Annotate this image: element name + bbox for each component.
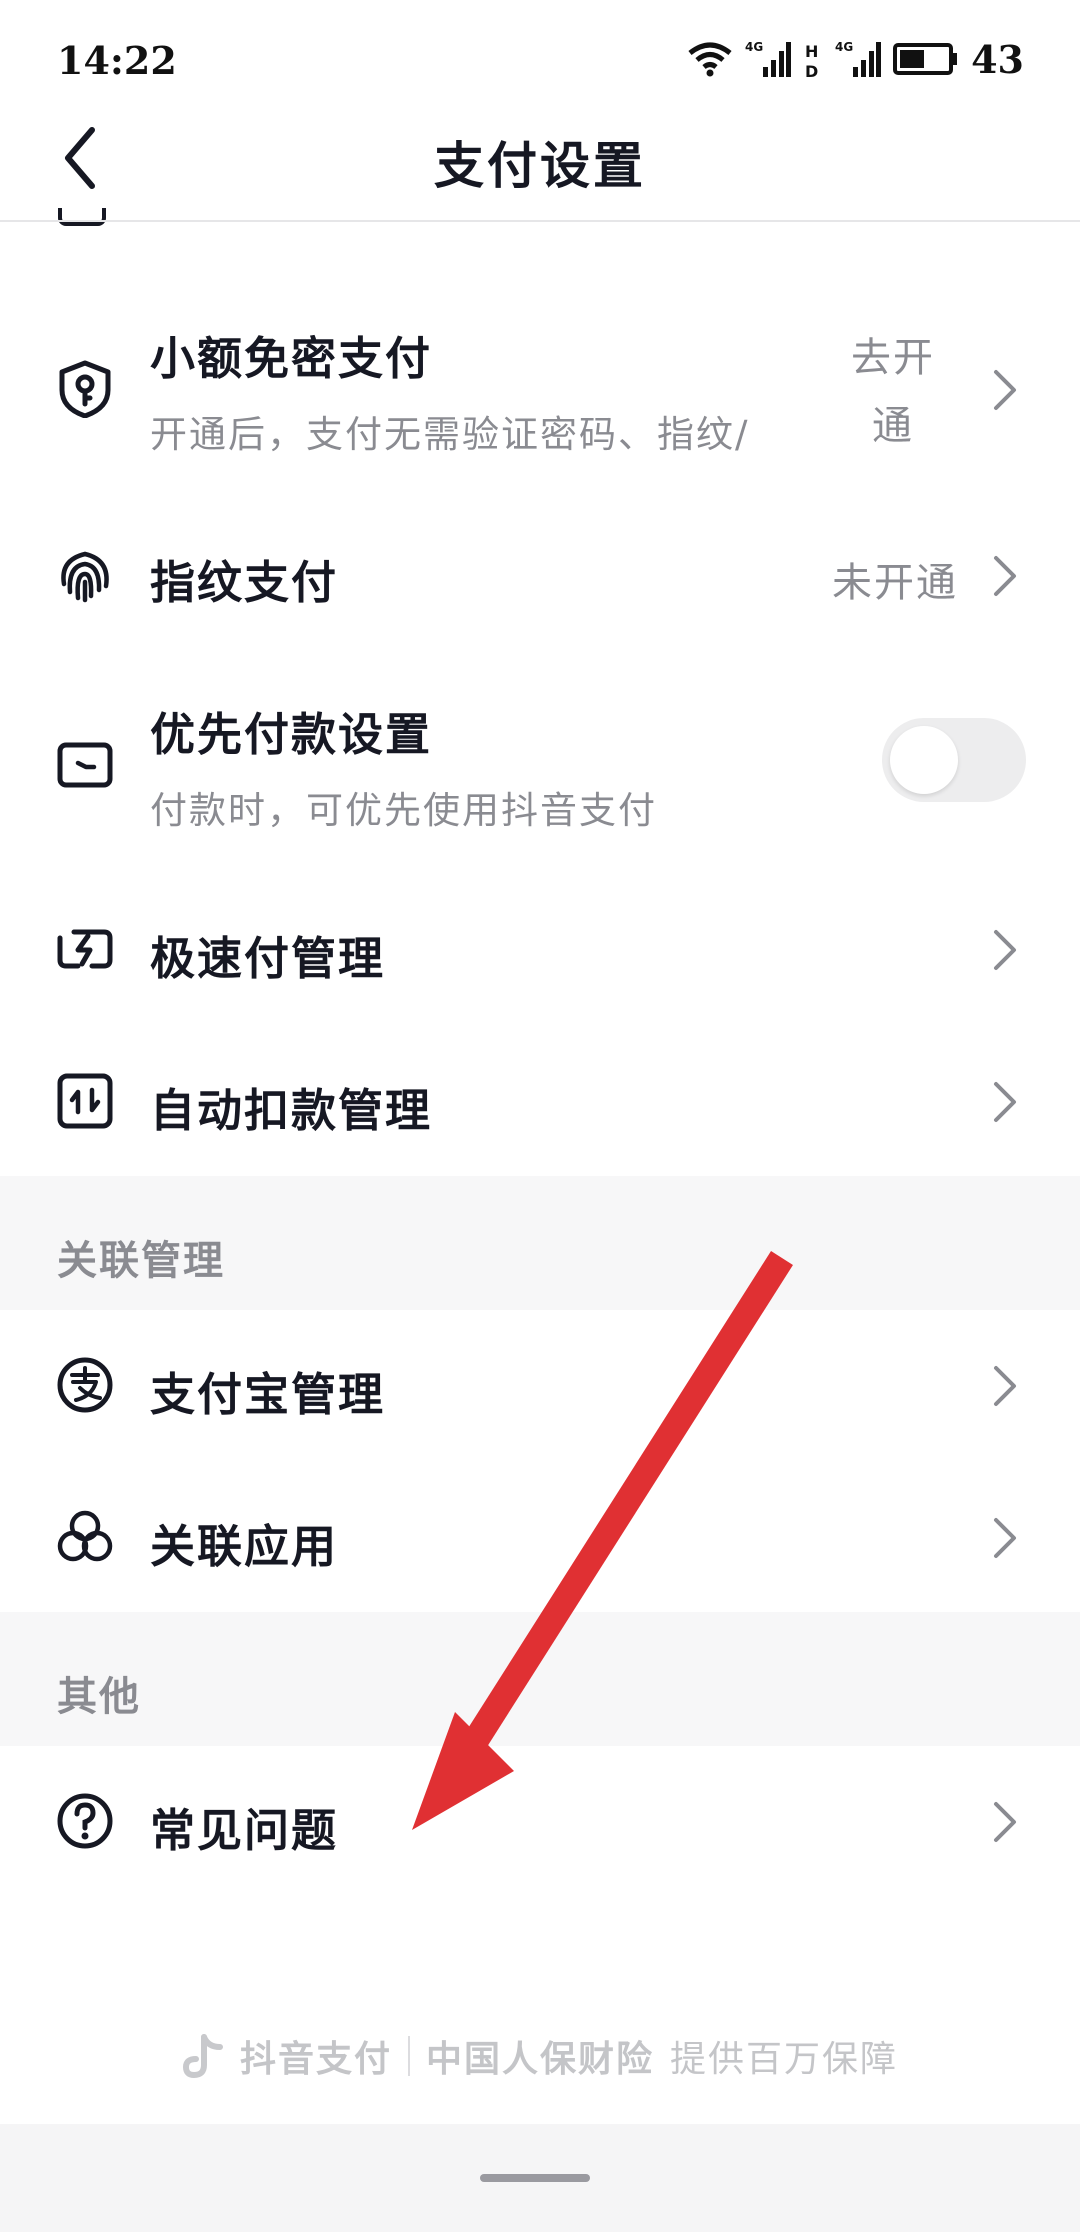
row-express-pay[interactable]: 极速付管理 bbox=[0, 890, 1080, 1010]
chevron-right-icon bbox=[994, 1366, 1016, 1406]
signal-icon-2: 4G bbox=[835, 40, 882, 77]
chevron-right-icon bbox=[994, 1082, 1016, 1122]
footer-branding: 抖音支付 中国人保财险 提供百万保障 bbox=[0, 2016, 1080, 2096]
section-header-other: 其他 bbox=[0, 1612, 1080, 1746]
footer-separator bbox=[407, 2036, 410, 2076]
lightning-icon bbox=[57, 929, 113, 969]
row-auto-debit[interactable]: 自动扣款管理 bbox=[0, 1040, 1080, 1160]
row-subtitle: 开通后，支付无需验证密码、指纹/ bbox=[150, 413, 750, 456]
shield-key-icon bbox=[59, 360, 111, 418]
row-title: 常见问题 bbox=[150, 1804, 339, 1857]
chevron-right-icon bbox=[994, 1518, 1016, 1558]
status-time: 14:22 bbox=[57, 38, 177, 83]
toggle-knob bbox=[890, 726, 958, 794]
wifi-icon bbox=[688, 42, 732, 77]
chevron-right-icon bbox=[994, 930, 1016, 970]
row-small-amount-free-pay[interactable]: 小额免密支付 开通后，支付无需验证密码、指纹/ 去开通 bbox=[0, 300, 1080, 480]
status-icons: 4G H D 4G 43 bbox=[687, 34, 1024, 84]
row-title: 极速付管理 bbox=[150, 932, 386, 985]
row-status-value: 去开通 bbox=[851, 335, 935, 449]
row-title: 自动扣款管理 bbox=[150, 1084, 433, 1137]
priority-payment-toggle[interactable] bbox=[882, 718, 1026, 802]
network-label-1: 4G bbox=[745, 40, 763, 54]
auto-debit-icon bbox=[57, 1073, 113, 1129]
douyin-logo-icon bbox=[182, 2034, 223, 2079]
section-label: 关联管理 bbox=[57, 1238, 225, 1284]
row-title: 指纹支付 bbox=[150, 556, 339, 609]
section-header-linked: 关联管理 bbox=[0, 1176, 1080, 1310]
network-label-2: 4G bbox=[835, 40, 853, 54]
row-status-value: 未开通 bbox=[832, 560, 958, 606]
footer-slogan: 提供百万保障 bbox=[670, 2039, 899, 2080]
card-icon bbox=[57, 742, 113, 788]
row-title: 小额免密支付 bbox=[150, 332, 433, 385]
footer-insurer: 中国人保财险 bbox=[425, 2039, 654, 2080]
chevron-right-icon bbox=[994, 556, 1016, 596]
header-divider bbox=[0, 220, 1080, 222]
svg-text:H: H bbox=[805, 42, 818, 61]
linked-apps-icon bbox=[57, 1510, 113, 1562]
hd-icon: H D bbox=[805, 42, 818, 79]
section-label: 其他 bbox=[57, 1674, 141, 1720]
row-subtitle: 付款时，可优先使用抖音支付 bbox=[150, 789, 657, 832]
row-title: 关联应用 bbox=[150, 1520, 339, 1573]
row-title: 优先付款设置 bbox=[150, 708, 433, 761]
row-fingerprint-pay[interactable]: 指纹支付 未开通 bbox=[0, 520, 1080, 630]
page-title: 支付设置 bbox=[434, 137, 646, 195]
row-faq[interactable]: 常见问题 bbox=[0, 1762, 1080, 1882]
partially-hidden-icon bbox=[58, 208, 106, 226]
battery-icon bbox=[893, 43, 958, 75]
row-linked-apps[interactable]: 关联应用 bbox=[0, 1476, 1080, 1596]
chevron-right-icon bbox=[994, 1802, 1016, 1842]
signal-icon: 4G bbox=[745, 40, 792, 77]
chevron-right-icon bbox=[994, 370, 1016, 410]
status-bar: 14:22 4G H D 4G 43 bbox=[0, 0, 1080, 124]
footer-brand: 抖音支付 bbox=[239, 2039, 392, 2080]
question-icon bbox=[57, 1793, 113, 1849]
svg-text:D: D bbox=[805, 62, 818, 79]
row-title: 支付宝管理 bbox=[150, 1368, 386, 1421]
fingerprint-icon bbox=[61, 551, 109, 603]
alipay-icon bbox=[57, 1357, 113, 1413]
battery-level: 43 bbox=[971, 36, 1024, 82]
home-indicator[interactable] bbox=[480, 2174, 590, 2182]
row-alipay[interactable]: 支付宝管理 bbox=[0, 1326, 1080, 1446]
